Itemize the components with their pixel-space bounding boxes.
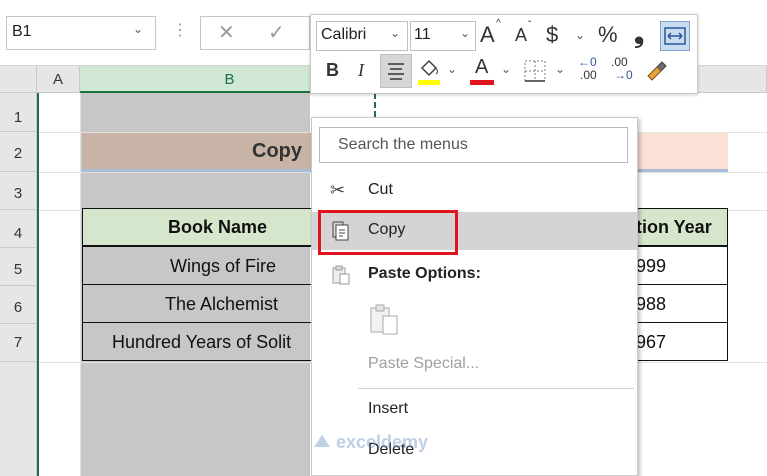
menu-item-cut[interactable]: ✂ Cut — [312, 172, 637, 210]
chevron-down-icon[interactable]: ⌄ — [501, 62, 511, 76]
search-menus-input[interactable]: Search the menus — [319, 127, 628, 163]
format-painter-icon[interactable] — [643, 56, 669, 84]
chevron-down-icon[interactable]: ⌄ — [555, 62, 565, 76]
italic-button[interactable]: I — [358, 60, 364, 81]
font-color-swatch — [470, 80, 494, 85]
table-header-year-label: tion Year — [636, 217, 712, 237]
row-header-6[interactable]: 6 — [0, 286, 37, 324]
year-cell: 988 — [636, 294, 667, 314]
year-cell: 967 — [636, 332, 667, 352]
row-header-7[interactable]: 7 — [0, 324, 37, 362]
confirm-icon[interactable]: ✓ — [268, 20, 285, 45]
title-cell-right — [630, 133, 728, 169]
more-options-icon: ⋮ — [172, 22, 188, 39]
row-header-rest — [0, 362, 37, 476]
wrap-text-icon[interactable] — [660, 21, 690, 51]
currency-icon[interactable]: $ — [546, 22, 558, 48]
cancel-icon[interactable]: ✕ — [218, 20, 235, 45]
shrink-font-icon[interactable]: A — [515, 25, 527, 46]
fill-color-icon[interactable] — [416, 56, 442, 86]
menu-separator — [358, 388, 634, 389]
chevron-down-icon[interactable]: ⌄ — [447, 62, 457, 76]
chevron-down-icon[interactable]: ⌄ — [460, 26, 470, 40]
chevron-down-icon[interactable]: ⌄ — [575, 28, 585, 42]
menu-item-label: Insert — [368, 400, 409, 417]
row-header-1[interactable]: 1 — [0, 93, 37, 132]
name-box-value: B1 — [12, 23, 32, 40]
menu-item-label: Paste Options: — [368, 265, 481, 282]
comma-style-icon[interactable]: ❟ — [634, 18, 644, 50]
bold-button[interactable]: B — [326, 60, 339, 81]
formula-input[interactable] — [200, 16, 310, 50]
selection-handle[interactable] — [374, 93, 379, 117]
row-header-2[interactable]: 2 — [0, 132, 37, 172]
row-header-5[interactable]: 5 — [0, 248, 37, 286]
decrease-decimal-arrow-icon: →0 — [614, 68, 633, 82]
grow-arrow-icon: ^ — [496, 18, 501, 29]
increase-decimal-arrow-icon: ←0 — [578, 55, 597, 69]
menu-item-insert[interactable]: Insert — [312, 391, 637, 429]
decrease-decimal-icon[interactable]: .00 — [611, 55, 628, 69]
shrink-arrow-icon: ˇ — [528, 20, 532, 31]
row-header-3[interactable]: 3 — [0, 172, 37, 210]
menu-item-label: Cut — [368, 181, 393, 198]
copy-highlight-box — [318, 210, 458, 255]
increase-decimal-icon[interactable]: .00 — [580, 68, 597, 82]
grow-font-icon[interactable]: A — [480, 22, 495, 48]
selected-column-border — [37, 93, 310, 476]
logo-icon — [314, 435, 330, 447]
font-size-value: 11 — [414, 26, 431, 43]
menu-item-paste-options: Paste Options: — [312, 256, 637, 294]
chevron-down-icon[interactable]: ⌄ — [133, 22, 143, 36]
align-center-button[interactable] — [380, 54, 412, 88]
column-header-a[interactable]: A — [37, 66, 80, 93]
paste-clipboard-icon[interactable] — [367, 302, 401, 338]
menu-item-paste-special[interactable]: Paste Special... — [312, 346, 637, 384]
select-all-corner[interactable] — [0, 66, 37, 93]
borders-icon[interactable] — [522, 58, 548, 84]
font-name-value: Calibri — [321, 26, 367, 43]
row-header-4[interactable]: 4 — [0, 210, 37, 248]
year-cell: 999 — [636, 256, 667, 276]
font-color-icon[interactable]: A — [475, 56, 488, 79]
paste-icon — [330, 264, 352, 291]
chevron-down-icon[interactable]: ⌄ — [390, 26, 400, 40]
scissors-icon: ✂ — [330, 180, 346, 200]
percent-icon[interactable]: % — [598, 22, 618, 48]
watermark-brand: exceldemy — [336, 432, 429, 452]
exceldemy-watermark: exceldemy — [312, 430, 462, 460]
menu-item-label: Paste Special... — [368, 355, 480, 372]
